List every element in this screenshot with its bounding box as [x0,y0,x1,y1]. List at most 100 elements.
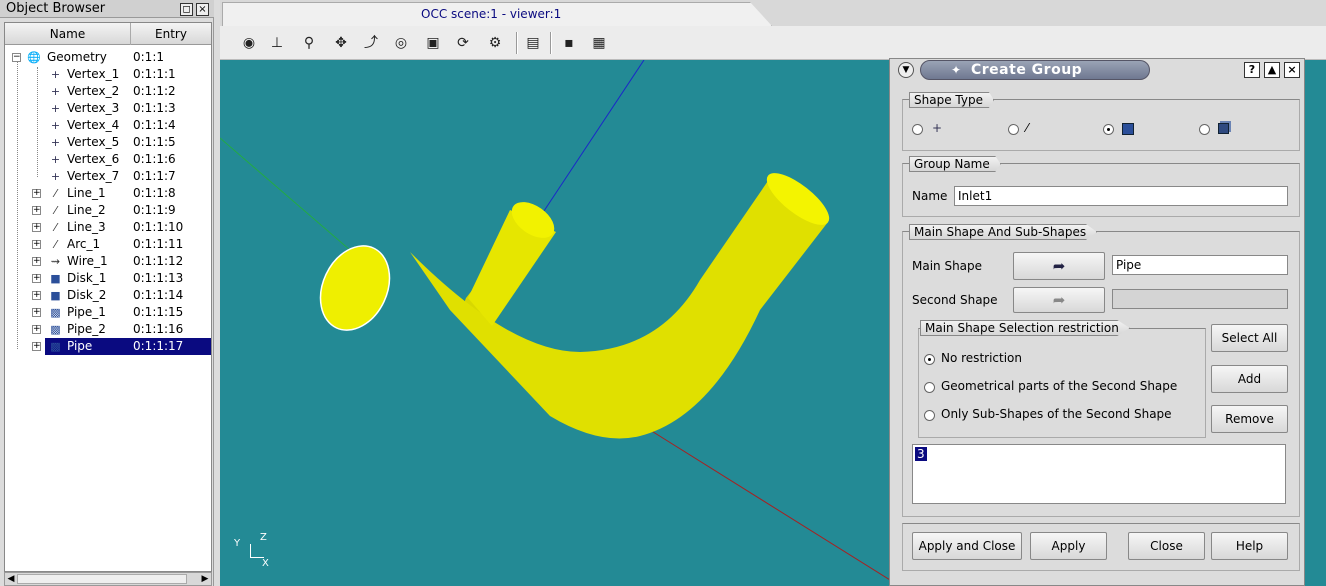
rotate-icon[interactable]: ⟳ [452,32,474,54]
main-shape-select-button[interactable]: ➦ [1013,252,1105,280]
clipping-icon[interactable]: ▪ [558,32,580,54]
expand-icon[interactable]: + [32,308,41,317]
tree-row[interactable]: + Vertex_4 0:1:1:4 [5,117,211,134]
shape-type-face-radio[interactable] [1103,124,1114,135]
tree-item-entry: 0:1:1:2 [133,84,176,98]
id-list[interactable]: 3 [912,444,1286,504]
maximize-icon[interactable]: ▲ [1264,62,1280,78]
close-dialog-icon[interactable]: × [1284,62,1300,78]
tree-header: Name Entry [5,23,211,45]
apply-and-close-button[interactable]: Apply and Close [912,532,1022,560]
help-icon[interactable]: ? [1244,62,1260,78]
tree-item-name: Vertex_4 [67,118,120,132]
tree-row[interactable]: + ⁄ Line_3 0:1:1:10 [5,219,211,236]
expand-icon[interactable]: + [32,240,41,249]
second-shape-input[interactable] [1112,289,1288,309]
main-shape-input[interactable]: Pipe [1112,255,1288,275]
second-shape-select-button[interactable]: ➦ [1013,287,1105,313]
shape-type-vertex-radio[interactable] [912,124,923,135]
tree-row[interactable]: + ■ Disk_1 0:1:1:13 [5,270,211,287]
tree-row[interactable]: + ⇝ Wire_1 0:1:1:12 [5,253,211,270]
graduated-axes-icon[interactable]: ▦ [588,32,610,54]
dialog-menu-icon[interactable]: ▼ [898,62,914,78]
viewer-toolbar: ◉ ⊥ ⚲ ✥ ⤴ ◎ ▣ ⟳ ⚙ ▤ ▪ ▦ [220,26,1326,60]
column-header-entry[interactable]: Entry [131,23,211,45]
select-all-button[interactable]: Select All [1211,324,1288,352]
tree-item-name: Wire_1 [67,254,108,268]
tree-row[interactable]: + ▩ Pipe_1 0:1:1:15 [5,304,211,321]
tree-row[interactable]: + ⁄ Line_2 0:1:1:9 [5,202,211,219]
reset-view-icon[interactable]: ⚙ [484,32,506,54]
restriction-geometrical-radio[interactable] [924,382,935,393]
restriction-title: Main Shape Selection restriction [920,320,1130,336]
pipe-icon: ▩ [50,340,61,353]
global-pan-icon[interactable]: ⤴ [360,32,382,54]
tree-item-name: Vertex_7 [67,169,120,183]
tree-row[interactable]: + ⁄ Line_1 0:1:1:8 [5,185,211,202]
select-arrow-disabled-icon: ➦ [1052,291,1066,309]
horizontal-scrollbar[interactable]: ◀ ▶ [4,572,212,586]
restriction-subshapes-radio[interactable] [924,410,935,421]
tree-item-name: Pipe [67,339,93,353]
expand-icon[interactable]: + [32,342,41,351]
vertex-icon: + [50,85,61,98]
fit-all-icon[interactable]: ▣ [422,32,444,54]
expand-icon[interactable]: + [32,291,41,300]
zoom-icon[interactable]: ⚲ [298,32,320,54]
help-button[interactable]: Help [1211,532,1288,560]
tree-item-entry: 0:1:1:12 [133,254,184,268]
vertex-icon: + [50,119,61,132]
restriction-none-radio[interactable] [924,354,935,365]
expand-icon[interactable]: + [32,257,41,266]
expand-icon[interactable]: + [32,189,41,198]
restriction-geometrical-label: Geometrical parts of the Second Shape [941,379,1178,393]
tree-row[interactable]: + Vertex_7 0:1:1:7 [5,168,211,185]
line-icon: ⁄ [54,204,57,217]
group-name-input[interactable]: Inlet1 [954,186,1288,206]
column-header-name[interactable]: Name [5,23,131,45]
id-list-item[interactable]: 3 [915,447,927,461]
trihedron-icon[interactable]: ⊥ [266,32,288,54]
tree-row[interactable]: + ▩ Pipe 0:1:1:17 [5,338,211,355]
clone-view-icon[interactable]: ▤ [522,32,544,54]
tree-row[interactable]: + Vertex_3 0:1:1:3 [5,100,211,117]
rotation-point-icon[interactable]: ◎ [390,32,412,54]
tree-row[interactable]: + ▩ Pipe_2 0:1:1:16 [5,321,211,338]
vertex-icon: + [50,68,61,81]
scroll-left-icon[interactable]: ◀ [5,573,17,585]
tree-item-name: Line_1 [67,186,106,200]
scroll-right-icon[interactable]: ▶ [199,573,211,585]
dialog-logo-icon: ✦ [951,63,962,77]
expand-icon[interactable]: + [32,223,41,232]
tree-item-name: Disk_1 [67,271,107,285]
expand-icon[interactable]: + [32,206,41,215]
scroll-thumb[interactable] [17,574,187,584]
object-tree[interactable]: Name Entry − 🌐 Geometry 0:1:1 + Vertex_1 0:1:1… [4,22,212,572]
dump-view-icon[interactable]: ◉ [238,32,260,54]
viewer-tab[interactable]: OCC scene:1 - viewer:1 [222,2,772,26]
tree-row[interactable]: + Vertex_2 0:1:1:2 [5,83,211,100]
tree-row[interactable]: + ■ Disk_2 0:1:1:14 [5,287,211,304]
tree-item-entry: 0:1:1:10 [133,220,184,234]
dialog-titlebar: ▼ ✦ Create Group ? ▲ × [890,59,1304,81]
tree-row[interactable]: + Vertex_1 0:1:1:1 [5,66,211,83]
expand-icon[interactable]: + [32,325,41,334]
shape-type-edge-radio[interactable] [1008,124,1019,135]
undock-icon[interactable]: ◻ [180,3,193,16]
apply-button[interactable]: Apply [1030,532,1107,560]
close-icon[interactable]: × [196,3,209,16]
tree-item-entry: 0:1:1:9 [133,203,176,217]
tree-row[interactable]: − 🌐 Geometry 0:1:1 [5,49,211,66]
pan-icon[interactable]: ✥ [330,32,352,54]
tree-item-name: Geometry [47,50,107,64]
tree-row[interactable]: + Vertex_6 0:1:1:6 [5,151,211,168]
add-button[interactable]: Add [1211,365,1288,393]
shape-type-solid-radio[interactable] [1199,124,1210,135]
pipe-icon: ▩ [50,306,61,319]
remove-button[interactable]: Remove [1211,405,1288,433]
collapse-icon[interactable]: − [12,53,21,62]
tree-row[interactable]: + ⁄ Arc_1 0:1:1:11 [5,236,211,253]
close-button[interactable]: Close [1128,532,1205,560]
expand-icon[interactable]: + [32,274,41,283]
tree-row[interactable]: + Vertex_5 0:1:1:5 [5,134,211,151]
